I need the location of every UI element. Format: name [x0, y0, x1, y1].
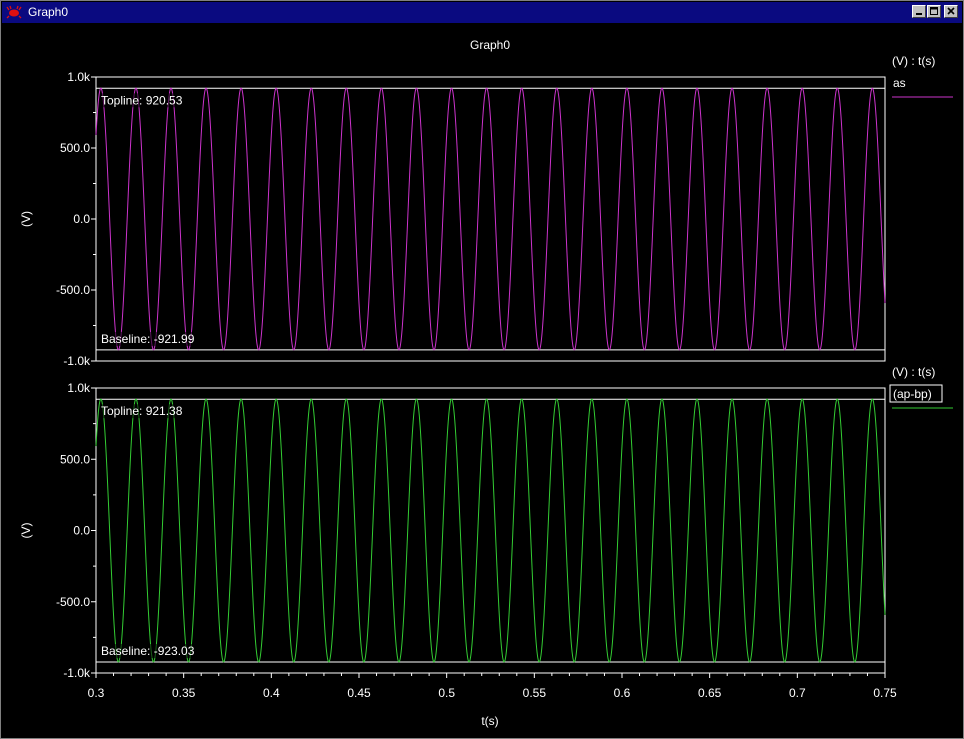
y-tick-label: -500.0	[56, 283, 90, 297]
legend-entry: as	[893, 76, 906, 90]
window-title: Graph0	[28, 5, 69, 19]
title-bar[interactable]: Graph0	[2, 2, 962, 23]
topline-label: Topline: 921.38	[101, 404, 183, 418]
plot-panel-2: 1.0k 500.0 0.0 -500.0 -1.0k (V) (V) : t(s) (ap-…	[19, 365, 953, 680]
topline-label: Topline: 920.53	[101, 93, 183, 107]
x-tick-label: 0.7	[789, 686, 806, 700]
y-tick-label: 0.0	[73, 212, 90, 226]
series-line-2	[95, 398, 886, 663]
y-tick-label: 0.0	[73, 524, 90, 538]
x-tick-label: 0.4	[263, 686, 280, 700]
y-tick-label: -1.0k	[63, 666, 91, 680]
graph-canvas[interactable]: Graph0 t(s) 1.0k 500.0 0.0 -500.0 -1.0k (V) (V…	[2, 23, 964, 738]
x-tick-label: 0.5	[438, 686, 455, 700]
y-tick-label: 1.0k	[67, 381, 91, 395]
legend-header: (V) : t(s)	[892, 54, 935, 68]
x-tick-label: 0.55	[523, 686, 547, 700]
x-tick-label: 0.35	[172, 686, 196, 700]
y-axis-label: (V)	[19, 523, 33, 539]
graph-window: Graph0 Graph0 t(s) 1.0k 500.0 0.0 -500.0 -1.…	[0, 0, 964, 739]
minimize-button[interactable]	[912, 5, 926, 18]
y-tick-label: 500.0	[60, 141, 90, 155]
legend-entry: (ap-bp)	[893, 387, 932, 401]
x-axis-label: t(s)	[481, 714, 498, 728]
x-tick-label: 0.6	[614, 686, 631, 700]
x-axis: 0.3 0.35 0.4 0.45 0.5 0.55 0.6 0.65 0.7 0.75	[88, 673, 897, 700]
series-line-1	[95, 87, 886, 351]
y-tick-label: -500.0	[56, 595, 90, 609]
x-tick-label: 0.45	[347, 686, 371, 700]
y-tick-label: 1.0k	[67, 70, 91, 84]
plot-panels: 1.0k 500.0 0.0 -500.0 -1.0k (V) (V) : t(s) as To…	[19, 54, 953, 680]
legend-header: (V) : t(s)	[892, 365, 935, 379]
y-tick-label: -1.0k	[63, 354, 91, 368]
maximize-button[interactable]	[927, 5, 941, 18]
minimize-icon	[916, 13, 922, 15]
y-axis-label: (V)	[19, 211, 33, 227]
maximize-icon	[930, 7, 938, 15]
x-tick-label: 0.65	[698, 686, 722, 700]
plot-panel-1: 1.0k 500.0 0.0 -500.0 -1.0k (V) (V) : t(s) as To…	[19, 54, 953, 368]
close-icon	[947, 7, 955, 15]
baseline-label: Baseline: -923.03	[101, 644, 195, 658]
red-bug-icon	[6, 5, 22, 19]
baseline-label: Baseline: -921.99	[101, 332, 195, 346]
chart-title: Graph0	[470, 38, 510, 52]
x-tick-label: 0.3	[88, 686, 105, 700]
y-tick-label: 500.0	[60, 452, 90, 466]
close-button[interactable]	[944, 5, 958, 18]
x-tick-label: 0.75	[873, 686, 897, 700]
